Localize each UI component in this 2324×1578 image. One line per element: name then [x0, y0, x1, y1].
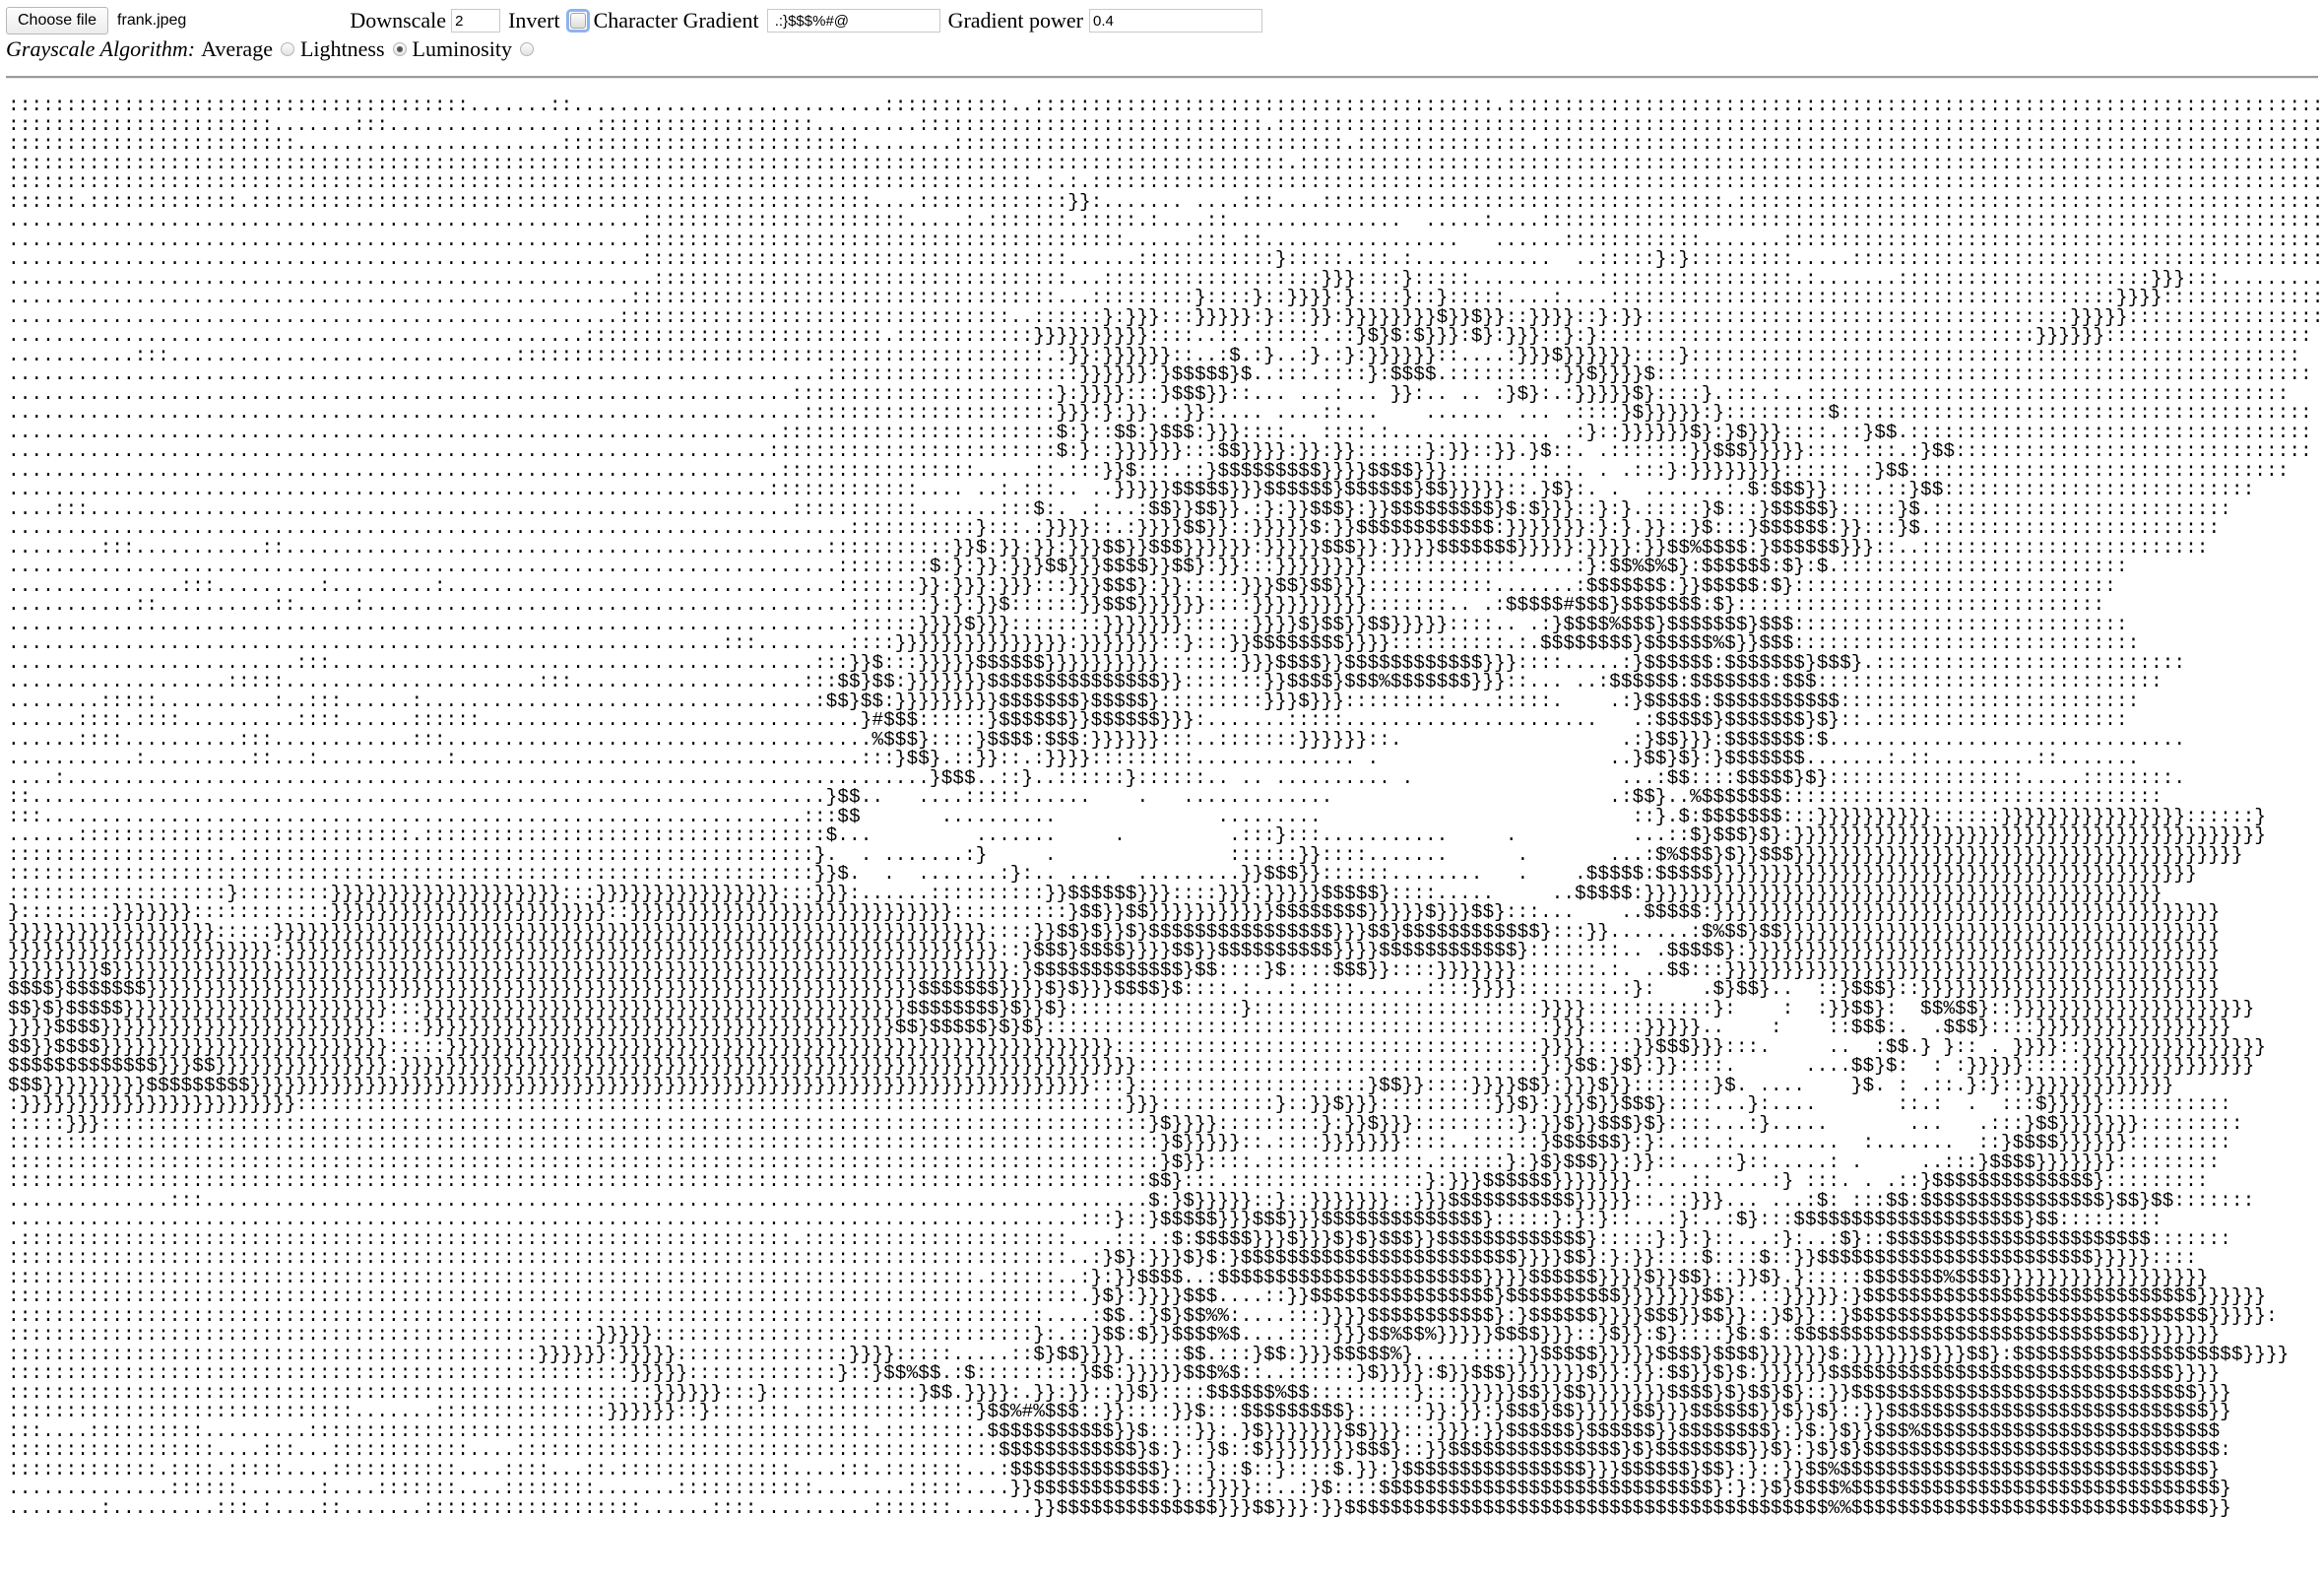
controls-row-top: Choose file frank.jpeg Downscale 2 Inver…	[0, 6, 1263, 35]
downscale-label: Downscale	[350, 8, 447, 33]
algorithm-lightness-label: Lightness	[299, 36, 385, 61]
grayscale-algorithm-label: Grayscale Algorithm:	[6, 36, 196, 61]
gradient-power-input[interactable]: 0.4	[1089, 9, 1263, 33]
ascii-row: ........:.........:::.:....::.......::::…	[8, 1496, 2231, 1519]
character-gradient-label: Character Gradient	[593, 8, 759, 33]
horizontal-divider	[6, 76, 2318, 79]
algorithm-luminosity-label: Luminosity	[412, 36, 512, 61]
downscale-input[interactable]: 2	[451, 9, 501, 33]
algorithm-luminosity-radio[interactable]	[519, 42, 534, 56]
ascii-art-output: ::::::::::::::::::::::::::::::::::::::::…	[8, 96, 2324, 1519]
controls-row-algorithm: Grayscale Algorithm: Average Lightness L…	[6, 34, 540, 64]
gradient-power-label: Gradient power	[947, 8, 1084, 33]
invert-label: Invert	[508, 8, 560, 33]
controls-bar: Choose file frank.jpeg Downscale 2 Inver…	[0, 0, 2324, 79]
algorithm-average-label: Average	[201, 36, 273, 61]
invert-checkbox[interactable]	[569, 13, 586, 29]
choose-file-button[interactable]: Choose file	[6, 7, 109, 34]
character-gradient-input[interactable]: .:}$$$%#@	[766, 9, 940, 33]
algorithm-lightness-radio[interactable]	[392, 42, 407, 56]
algorithm-average-radio[interactable]	[280, 42, 294, 56]
selected-file-name: frank.jpeg	[117, 12, 187, 29]
invert-checkbox-focus-ring[interactable]	[565, 9, 590, 33]
